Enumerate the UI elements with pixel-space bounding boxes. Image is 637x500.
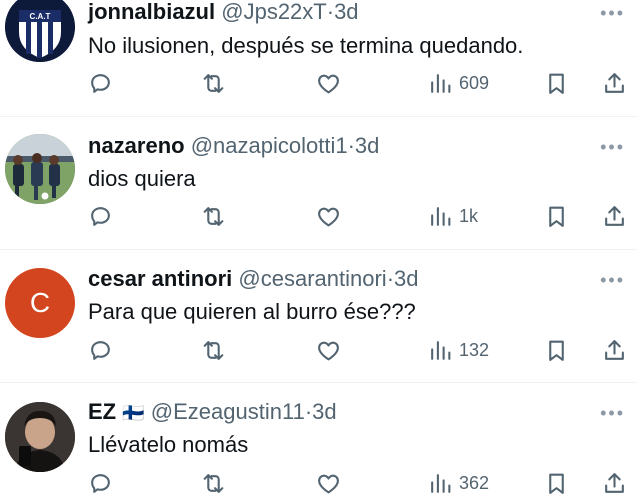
reply-button[interactable] <box>88 468 113 498</box>
retweet-button[interactable] <box>201 201 226 231</box>
club-crest-icon: C.A.T <box>5 0 75 62</box>
views-button[interactable]: 362 <box>428 468 489 498</box>
views-count: 362 <box>459 472 490 493</box>
divider <box>0 382 637 383</box>
user-handle[interactable]: @Ezeagustin11 <box>151 399 305 424</box>
retweet-button[interactable] <box>201 68 226 98</box>
retweet-button[interactable] <box>201 335 226 365</box>
views-button[interactable]: 609 <box>428 68 489 98</box>
share-icon <box>605 472 624 493</box>
bookmark-icon <box>549 473 564 494</box>
tweet-text: Para que quieren al burro ése??? <box>88 299 416 324</box>
share-button[interactable] <box>602 468 627 498</box>
reply-icon <box>91 206 110 226</box>
bookmark-button[interactable] <box>544 68 569 98</box>
like-button[interactable] <box>316 468 341 498</box>
timestamp[interactable]: 3d <box>355 133 379 158</box>
tweet-text: dios quiera <box>88 166 196 191</box>
avatar[interactable]: C.A.T <box>5 0 75 62</box>
more-icon[interactable]: ••• <box>600 4 625 22</box>
bookmark-icon <box>549 206 564 227</box>
tweet-header: nazareno @nazapicolotti1·3d <box>88 132 379 160</box>
retweet-icon <box>203 206 224 226</box>
reply-button[interactable] <box>88 201 113 231</box>
tweet-header: cesar antinori @cesarantinori·3d <box>88 265 419 293</box>
display-name[interactable]: nazareno <box>88 133 185 158</box>
views-button[interactable]: 132 <box>428 335 489 365</box>
tweet-header: jonnalbiazul @Jps22xT·3d <box>88 0 359 26</box>
display-name[interactable]: EZ <box>88 399 116 424</box>
tweet-actions: 362 <box>88 468 628 498</box>
tweet-text: No ilusionen, después se termina quedand… <box>88 33 524 58</box>
like-button[interactable] <box>316 335 341 365</box>
share-button[interactable] <box>602 68 627 98</box>
share-icon <box>605 72 624 93</box>
bookmark-icon <box>549 340 564 361</box>
avatar[interactable] <box>5 134 75 204</box>
like-icon <box>318 207 339 226</box>
timestamp[interactable]: 3d <box>334 0 358 24</box>
tweet-text: Llévatelo nomás <box>88 432 249 457</box>
flag-emoji: 🇫🇮 <box>122 403 145 423</box>
more-icon[interactable]: ••• <box>600 138 625 156</box>
divider <box>0 116 637 117</box>
reply-icon <box>91 473 110 493</box>
timestamp[interactable]: 3d <box>394 266 418 291</box>
crest-label: C.A.T <box>30 12 51 21</box>
separator-dot: · <box>326 0 335 24</box>
share-button[interactable] <box>602 201 627 231</box>
bookmark-icon <box>549 73 564 94</box>
views-icon <box>431 206 451 226</box>
user-handle[interactable]: @cesarantinori <box>238 266 386 291</box>
bookmark-button[interactable] <box>544 468 569 498</box>
display-name[interactable]: cesar antinori <box>88 266 232 291</box>
views-icon <box>431 473 451 493</box>
share-button[interactable] <box>602 335 627 365</box>
bookmark-button[interactable] <box>544 201 569 231</box>
like-icon <box>318 474 339 493</box>
like-button[interactable] <box>316 201 341 231</box>
tweet-actions: 609 <box>88 68 628 98</box>
divider <box>0 249 637 250</box>
avatar-photo <box>5 402 75 472</box>
retweet-icon <box>203 473 224 493</box>
reply-button[interactable] <box>88 335 113 365</box>
retweet-icon <box>203 73 224 93</box>
user-handle[interactable]: @Jps22xT <box>221 0 326 24</box>
timestamp[interactable]: 3d <box>312 399 336 424</box>
views-count: 132 <box>459 339 490 360</box>
like-button[interactable] <box>316 68 341 98</box>
separator-dot: · <box>386 266 395 291</box>
reply-button[interactable] <box>88 68 113 98</box>
retweet-button[interactable] <box>201 468 226 498</box>
like-icon <box>318 74 339 93</box>
tweet-actions: 132 <box>88 335 628 365</box>
more-icon[interactable]: ••• <box>600 271 625 289</box>
reply-icon <box>91 340 110 360</box>
share-icon <box>605 205 624 226</box>
tweet-header: EZ 🇫🇮 @Ezeagustin11·3d <box>88 398 337 427</box>
like-icon <box>318 341 339 360</box>
avatar[interactable] <box>5 402 75 472</box>
avatar-photo <box>5 134 75 204</box>
share-icon <box>605 339 624 360</box>
retweet-icon <box>203 340 224 360</box>
separator-dot: · <box>347 133 355 158</box>
display-name[interactable]: jonnalbiazul <box>88 0 215 24</box>
tweet-actions: 1k <box>88 201 628 231</box>
more-icon[interactable]: ••• <box>600 404 625 422</box>
views-count: 1k <box>459 205 479 226</box>
views-button[interactable]: 1k <box>428 201 478 231</box>
bookmark-button[interactable] <box>544 335 569 365</box>
views-icon <box>431 73 451 93</box>
views-count: 609 <box>459 72 490 93</box>
reply-icon <box>91 73 110 93</box>
user-handle[interactable]: @nazapicolotti1 <box>191 133 348 158</box>
views-icon <box>431 340 451 360</box>
avatar-letter: C <box>29 287 51 318</box>
avatar[interactable]: C <box>5 268 75 338</box>
